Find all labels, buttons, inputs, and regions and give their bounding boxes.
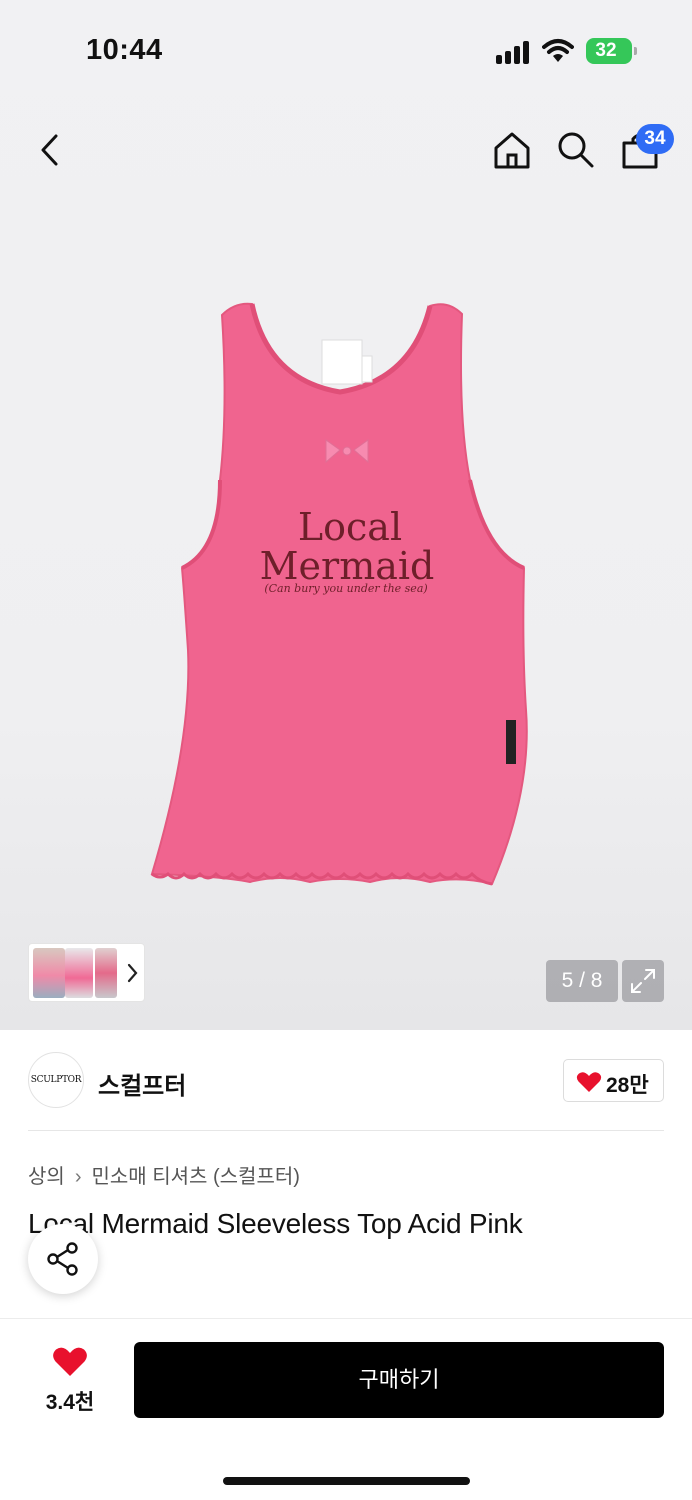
chevron-right-icon[interactable]	[125, 962, 139, 984]
wishlist-heart-icon[interactable]	[52, 1346, 88, 1378]
home-indicator	[223, 1477, 470, 1485]
thumbnail-detail[interactable]	[95, 948, 117, 998]
signal-icon	[496, 40, 532, 64]
brand-like-count: 28만	[606, 1074, 649, 1097]
breadcrumb-separator-icon: ›	[74, 1166, 82, 1188]
breadcrumb-subcategory[interactable]: 민소매 티셔츠 (스컬프터)	[91, 1166, 299, 1188]
brand-logo[interactable]: SCULPTOR	[28, 1052, 84, 1108]
brand-like-button[interactable]: 28만	[563, 1059, 664, 1102]
product-image[interactable]	[140, 290, 540, 900]
search-icon[interactable]	[556, 130, 596, 170]
thumbnail-strip[interactable]	[28, 943, 145, 1002]
heart-icon	[576, 1072, 602, 1092]
breadcrumb: 상의 › 민소매 티셔츠 (스컬프터)	[28, 1160, 300, 1189]
home-icon[interactable]	[492, 130, 532, 170]
chevron-left-icon[interactable]	[36, 132, 66, 168]
page-counter: 5 / 8	[546, 960, 618, 1002]
buy-button[interactable]: 구매하기	[134, 1342, 664, 1418]
graphic-line-1: Local	[297, 505, 403, 549]
battery-icon: 32	[586, 38, 637, 64]
thumbnail-product[interactable]	[65, 948, 93, 998]
thumbnail-model[interactable]	[33, 948, 65, 998]
wishlist-count: 3.4천	[45, 1391, 95, 1414]
expand-icon	[631, 969, 655, 993]
share-icon	[47, 1242, 78, 1276]
cart-badge[interactable]: 34	[636, 124, 674, 154]
expand-button[interactable]	[622, 960, 664, 1002]
product-title: Local Mermaid Sleeveless Top Acid Pink	[28, 1208, 523, 1239]
wifi-icon	[542, 39, 574, 62]
battery-level: 32	[595, 40, 617, 61]
breadcrumb-category[interactable]: 상의	[28, 1166, 65, 1188]
status-time: 10:44	[86, 34, 163, 66]
graphic-line-3: (Can bury you under the sea)	[264, 582, 428, 595]
brand-name[interactable]: 스컬프터	[98, 1066, 186, 1101]
divider	[28, 1130, 664, 1131]
status-bar: 10:44 32	[0, 0, 692, 100]
share-button[interactable]	[28, 1224, 98, 1294]
